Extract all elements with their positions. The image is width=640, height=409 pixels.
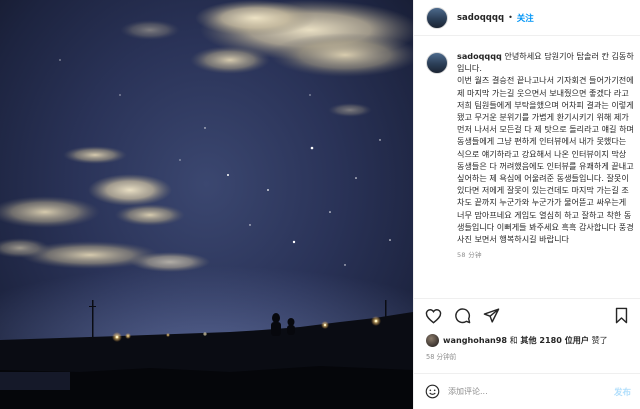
- separator-dot: •: [508, 13, 513, 22]
- caption-timestamp: 58 分钟: [457, 251, 482, 260]
- comment-icon[interactable]: [453, 306, 472, 325]
- comment-input[interactable]: [448, 387, 614, 396]
- follow-button[interactable]: 关注: [517, 12, 534, 24]
- likes-count-link[interactable]: 其他 2180 位用户: [520, 335, 589, 346]
- likes-connector: 和: [509, 334, 518, 345]
- bookmark-icon[interactable]: [612, 306, 631, 325]
- caption-body: sadoqqqq 안녕하세요 담원기아 탑솔러 칸 김동하 입니다. 이번 월즈…: [457, 50, 635, 245]
- post-timestamp: 58 分钟前: [426, 353, 457, 361]
- caption-text: 안녕하세요 담원기아 탑솔러 칸 김동하 입니다. 이번 월즈 결승전 끝나고나…: [457, 51, 634, 245]
- author-avatar[interactable]: [426, 6, 448, 29]
- heart-icon[interactable]: [424, 306, 443, 325]
- caption-username[interactable]: sadoqqqq: [457, 51, 502, 61]
- action-bar: [414, 298, 640, 332]
- author-username[interactable]: sadoqqqq: [457, 13, 504, 23]
- post-comment-button[interactable]: 发布: [614, 386, 631, 398]
- paper-plane-icon[interactable]: [482, 306, 501, 325]
- post-header: sadoqqqq • 关注: [414, 0, 640, 36]
- instagram-post: sadoqqqq • 关注 sadoqqqq 안녕하세요 담원기아 탑솔러 칸 …: [0, 0, 640, 409]
- night-sky-landscape: [0, 0, 413, 409]
- post-side-panel: sadoqqqq • 关注 sadoqqqq 안녕하세요 담원기아 탑솔러 칸 …: [413, 0, 640, 409]
- likes-suffix: 赞了: [591, 334, 608, 345]
- likes-summary: wanghohan98 和 其他 2180 位用户 赞了: [426, 333, 636, 347]
- post-caption: sadoqqqq 안녕하세요 담원기아 탑솔러 칸 김동하 입니다. 이번 월즈…: [426, 50, 636, 288]
- smiley-icon[interactable]: [424, 384, 440, 400]
- comment-composer: 发布: [414, 373, 640, 409]
- liker-avatar[interactable]: [426, 333, 439, 347]
- caption-avatar[interactable]: [426, 52, 448, 74]
- liker-username[interactable]: wanghohan98: [443, 335, 507, 345]
- post-photo[interactable]: [0, 0, 413, 409]
